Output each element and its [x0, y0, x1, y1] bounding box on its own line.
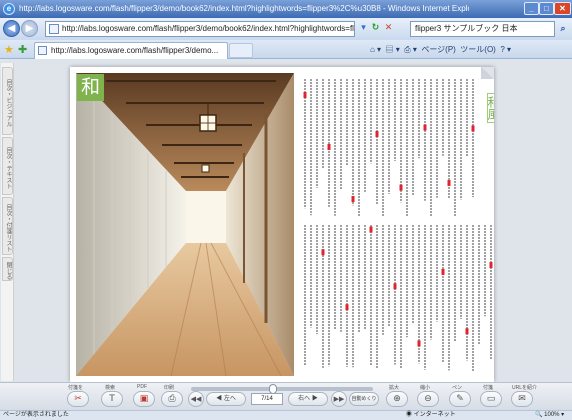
feeds-icon[interactable]: ▤ ▾	[386, 45, 400, 54]
auto-flip-button[interactable]: 自動めくり	[349, 392, 379, 406]
sidebar-tab-visual-toc[interactable]: 目次・ビジュアル	[2, 67, 13, 135]
help-icon[interactable]: ? ▾	[500, 45, 511, 54]
highlight-mark	[489, 262, 493, 269]
pen-button[interactable]: ✎	[449, 391, 471, 407]
zone-label: インターネット	[413, 412, 456, 418]
url-share-button[interactable]: ✉	[511, 391, 533, 407]
wafu-heading: 和風	[486, 93, 494, 123]
left-page[interactable]: 和	[70, 67, 297, 382]
zoom-out-button[interactable]: ⊖	[417, 391, 439, 407]
command-bar: ⌂ ▾ ▤ ▾ ⎙ ▾ ページ(P) ツール(O) ? ▾	[370, 44, 511, 55]
highlight-mark	[465, 328, 469, 335]
zoom-level[interactable]: 🔍 100% ▾	[535, 411, 564, 420]
zoom-in-label: 拡大	[389, 385, 400, 391]
address-url: http://labs.logosware.com/flash/flipper3…	[62, 24, 354, 33]
title-bar: e http://labs.logosware.com/flash/flippe…	[0, 0, 572, 18]
print-label: 印刷	[164, 385, 175, 391]
url-label: URLを紹介	[512, 385, 538, 391]
prev-label: 左へ	[223, 396, 236, 402]
prev-page-button[interactable]: ◀ 左へ	[206, 392, 246, 406]
forward-button[interactable]: ▶	[21, 20, 38, 37]
zoom-in-button[interactable]: ⊕	[386, 391, 408, 407]
sidebar: 目次・ビジュアル 目次・テキスト 目次・付箋リスト 閉じる	[1, 63, 14, 381]
status-message: ページが表示されました	[3, 412, 69, 418]
right-page[interactable]: 和風	[297, 67, 494, 382]
eraser-label: 付箋を	[68, 385, 84, 391]
home-icon[interactable]: ⌂ ▾	[370, 45, 381, 54]
zoom-out-label: 縮小	[420, 385, 431, 391]
first-page-button[interactable]: ◀◀	[188, 391, 204, 407]
tab-label: http://labs.logosware.com/flash/flipper3…	[51, 46, 219, 55]
window-title: http://labs.logosware.com/flash/flipper3…	[19, 4, 469, 13]
address-field[interactable]: http://labs.logosware.com/flash/flipper3…	[45, 21, 355, 37]
highlight-mark	[321, 249, 325, 256]
minimize-button[interactable]: _	[524, 2, 539, 15]
highlight-mark	[345, 304, 349, 311]
sidebar-tab-text-toc[interactable]: 目次・テキスト	[2, 137, 13, 195]
page-menu[interactable]: ページ(P)	[421, 45, 456, 54]
stop-icon[interactable]: ✕	[383, 23, 394, 34]
sidebar-tab-close[interactable]: 閉じる	[2, 257, 13, 281]
favorites-star-icon[interactable]: ★	[4, 43, 14, 56]
print-button[interactable]: ⎙	[161, 391, 183, 407]
page-curl-corner[interactable]	[481, 67, 494, 79]
highlight-mark	[351, 196, 355, 202]
close-button[interactable]: ✕	[554, 2, 571, 15]
sticky-label: 付箋	[483, 385, 494, 391]
pdf-button[interactable]: ▣	[133, 391, 155, 407]
highlight-mark	[393, 283, 397, 290]
back-button[interactable]: ◀	[3, 20, 20, 37]
highlight-mark	[399, 184, 403, 191]
search-icon[interactable]: ⌕	[556, 21, 570, 37]
page-slider[interactable]	[191, 384, 373, 394]
security-zone: ◉ インターネット	[406, 412, 456, 418]
search-label: 検索	[105, 385, 116, 391]
highlight-mark	[417, 340, 421, 347]
tab-bar: ★ ✚ http://labs.logosware.com/flash/flip…	[0, 40, 572, 59]
browser-window: e http://labs.logosware.com/flash/flippe…	[0, 0, 572, 420]
tools-menu[interactable]: ツール(O)	[460, 45, 496, 54]
zoom-label: 100%	[544, 412, 560, 418]
refresh-icon[interactable]: ↻	[370, 23, 381, 34]
corridor-photo	[76, 73, 294, 376]
dropdown-arrow-icon[interactable]: ▾	[358, 23, 369, 34]
print-icon[interactable]: ⎙ ▾	[404, 45, 417, 54]
tab-active[interactable]: http://labs.logosware.com/flash/flipper3…	[34, 42, 228, 59]
status-bar: ページが表示されました ◉ インターネット 🔍 100% ▾	[0, 410, 572, 420]
last-page-button[interactable]: ▶▶	[331, 391, 347, 407]
flipbook-toolbar: 付箋を 検索 PDF 印刷 拡大 縮小 ペン 付箋 URLを紹介 ✂ T ▣ ⎙…	[0, 382, 572, 410]
pdf-label: PDF	[137, 384, 147, 390]
flipbook[interactable]: 和 和風	[70, 67, 494, 382]
page-icon	[49, 24, 59, 34]
wa-badge: 和	[77, 74, 104, 101]
pen-label: ペン	[452, 385, 463, 391]
highlight-mark	[303, 92, 307, 98]
search-tool-button[interactable]: T	[101, 391, 123, 407]
page-content: 目次・ビジュアル 目次・テキスト 目次・付箋リスト 閉じる 和 和風	[0, 60, 572, 382]
search-input[interactable]: flipper3 サンプルブック 日本	[410, 21, 555, 37]
vertical-text-columns	[303, 79, 493, 371]
new-tab-button[interactable]	[229, 43, 253, 58]
highlight-mark	[447, 180, 451, 187]
highlight-mark	[423, 124, 427, 131]
next-page-button[interactable]: 右へ ▶	[288, 392, 328, 406]
eraser-button[interactable]: ✂	[67, 391, 89, 407]
next-label: 右へ	[298, 396, 311, 402]
sidebar-tab-sticky-list[interactable]: 目次・付箋リスト	[2, 197, 13, 255]
sticky-button[interactable]: ▭	[480, 391, 502, 407]
highlight-mark	[327, 144, 331, 150]
page-icon	[38, 46, 47, 55]
maximize-button[interactable]: □	[539, 2, 554, 15]
page-number-input[interactable]: 7/14	[251, 393, 283, 405]
highlight-mark	[441, 268, 445, 275]
highlight-mark	[369, 226, 373, 233]
highlight-mark	[471, 125, 475, 132]
navigation-bar: ◀ ▶ http://labs.logosware.com/flash/flip…	[0, 18, 572, 40]
add-favorite-icon[interactable]: ✚	[18, 43, 27, 56]
ie-logo-icon: e	[3, 3, 15, 15]
highlight-mark	[375, 131, 379, 138]
